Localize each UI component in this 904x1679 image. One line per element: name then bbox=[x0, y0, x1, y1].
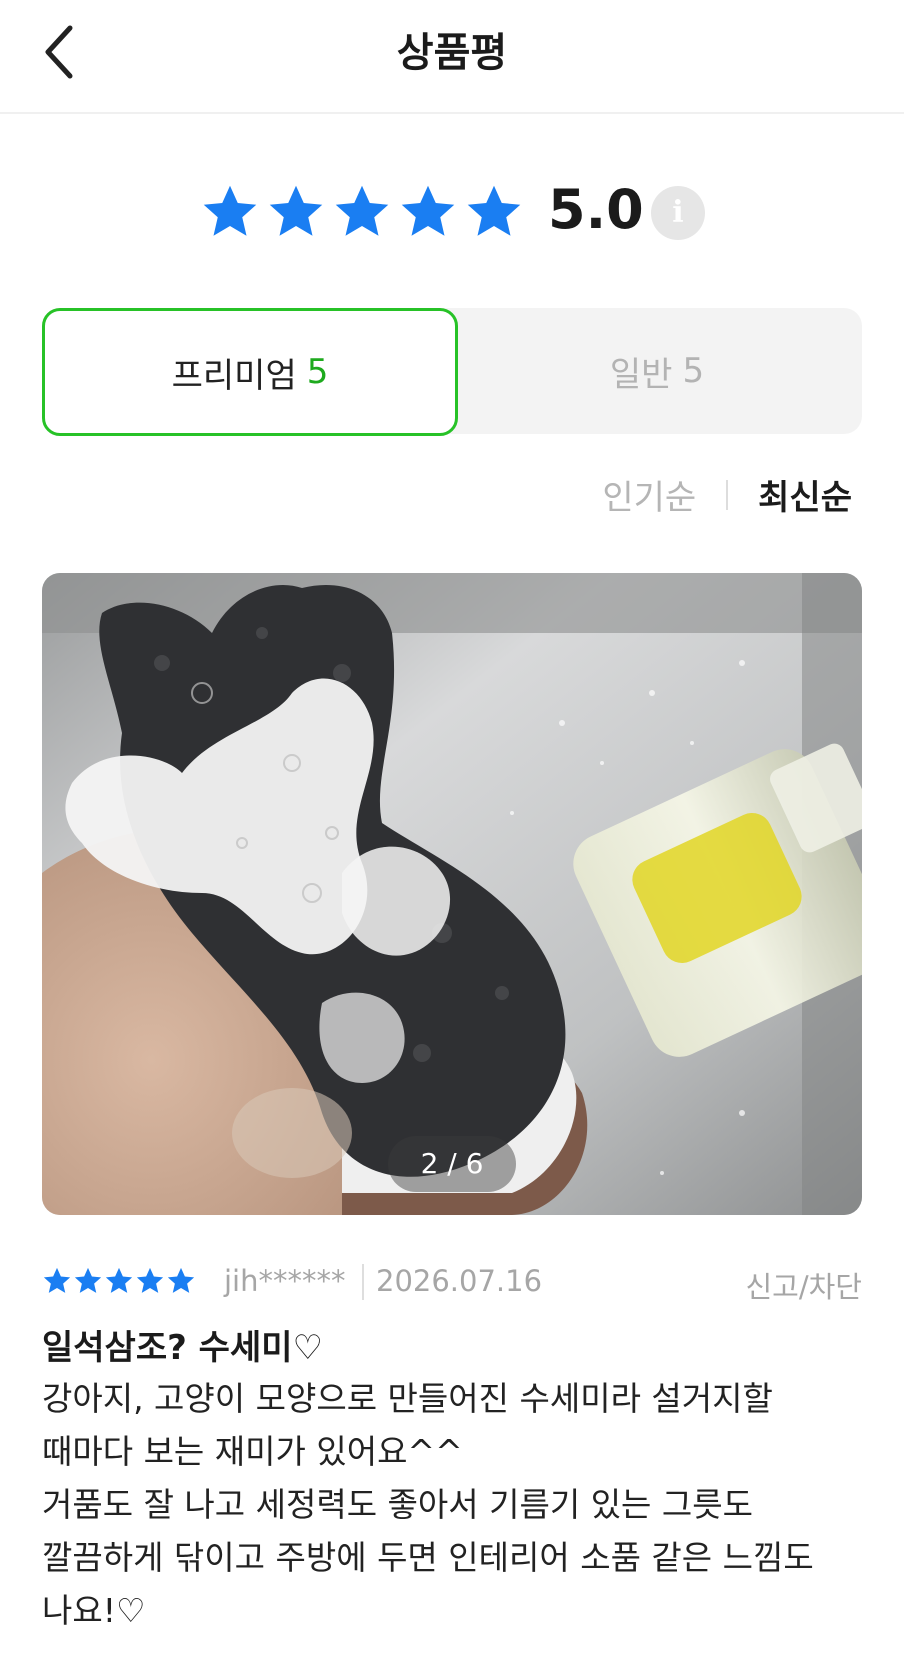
tab-count: 5 bbox=[306, 352, 329, 392]
rating-summary: 5.0 i bbox=[0, 178, 904, 248]
info-icon[interactable]: i bbox=[651, 186, 705, 240]
star-icon bbox=[136, 1267, 164, 1293]
sort-divider bbox=[726, 479, 729, 510]
star-icon bbox=[43, 1267, 71, 1293]
review-body: 강아지, 고양이 모양으로 만들어진 수세미라 설거지할 때마다 보는 재미가 … bbox=[42, 1379, 814, 1630]
review-rating-stars bbox=[42, 1266, 197, 1296]
tab-label: 프리미엄 bbox=[171, 355, 297, 396]
review-type-tabs: 프리미엄 5 일반 5 bbox=[42, 308, 862, 436]
review-meta: jih****** 2026.07.16 신고/차단 bbox=[42, 1262, 862, 1304]
photo-counter: 2 / 6 bbox=[388, 1136, 516, 1192]
tab-general[interactable]: 일반 5 bbox=[452, 308, 862, 434]
review-title: 일석삼조? 수세미♡ bbox=[42, 1328, 323, 1368]
star-icon bbox=[401, 185, 455, 236]
star-icon bbox=[74, 1267, 102, 1293]
reviewer-id: jih****** bbox=[224, 1264, 346, 1298]
review-date: 2026.07.16 bbox=[376, 1264, 543, 1298]
tab-count: 5 bbox=[682, 351, 705, 391]
star-icon bbox=[467, 185, 521, 236]
sort-options: 인기순 최신순 bbox=[602, 470, 852, 519]
sort-popular[interactable]: 인기순 bbox=[602, 470, 696, 519]
tab-premium[interactable]: 프리미엄 5 bbox=[42, 308, 458, 436]
rating-score: 5.0 bbox=[548, 178, 644, 241]
sort-latest[interactable]: 최신순 bbox=[758, 470, 852, 519]
top-header: 상품평 bbox=[0, 0, 904, 114]
meta-divider bbox=[362, 1264, 364, 1300]
rating-stars bbox=[200, 182, 530, 242]
review-photo-image bbox=[42, 573, 862, 1215]
report-block-button[interactable]: 신고/차단 bbox=[746, 1264, 863, 1306]
star-icon bbox=[105, 1267, 133, 1293]
star-icon bbox=[167, 1267, 195, 1293]
star-icon bbox=[269, 185, 323, 236]
page-title: 상품평 bbox=[396, 30, 508, 76]
review-photo[interactable] bbox=[42, 573, 862, 1215]
star-icon bbox=[335, 185, 389, 236]
tab-label: 일반 bbox=[609, 354, 673, 395]
star-icon bbox=[203, 185, 257, 236]
